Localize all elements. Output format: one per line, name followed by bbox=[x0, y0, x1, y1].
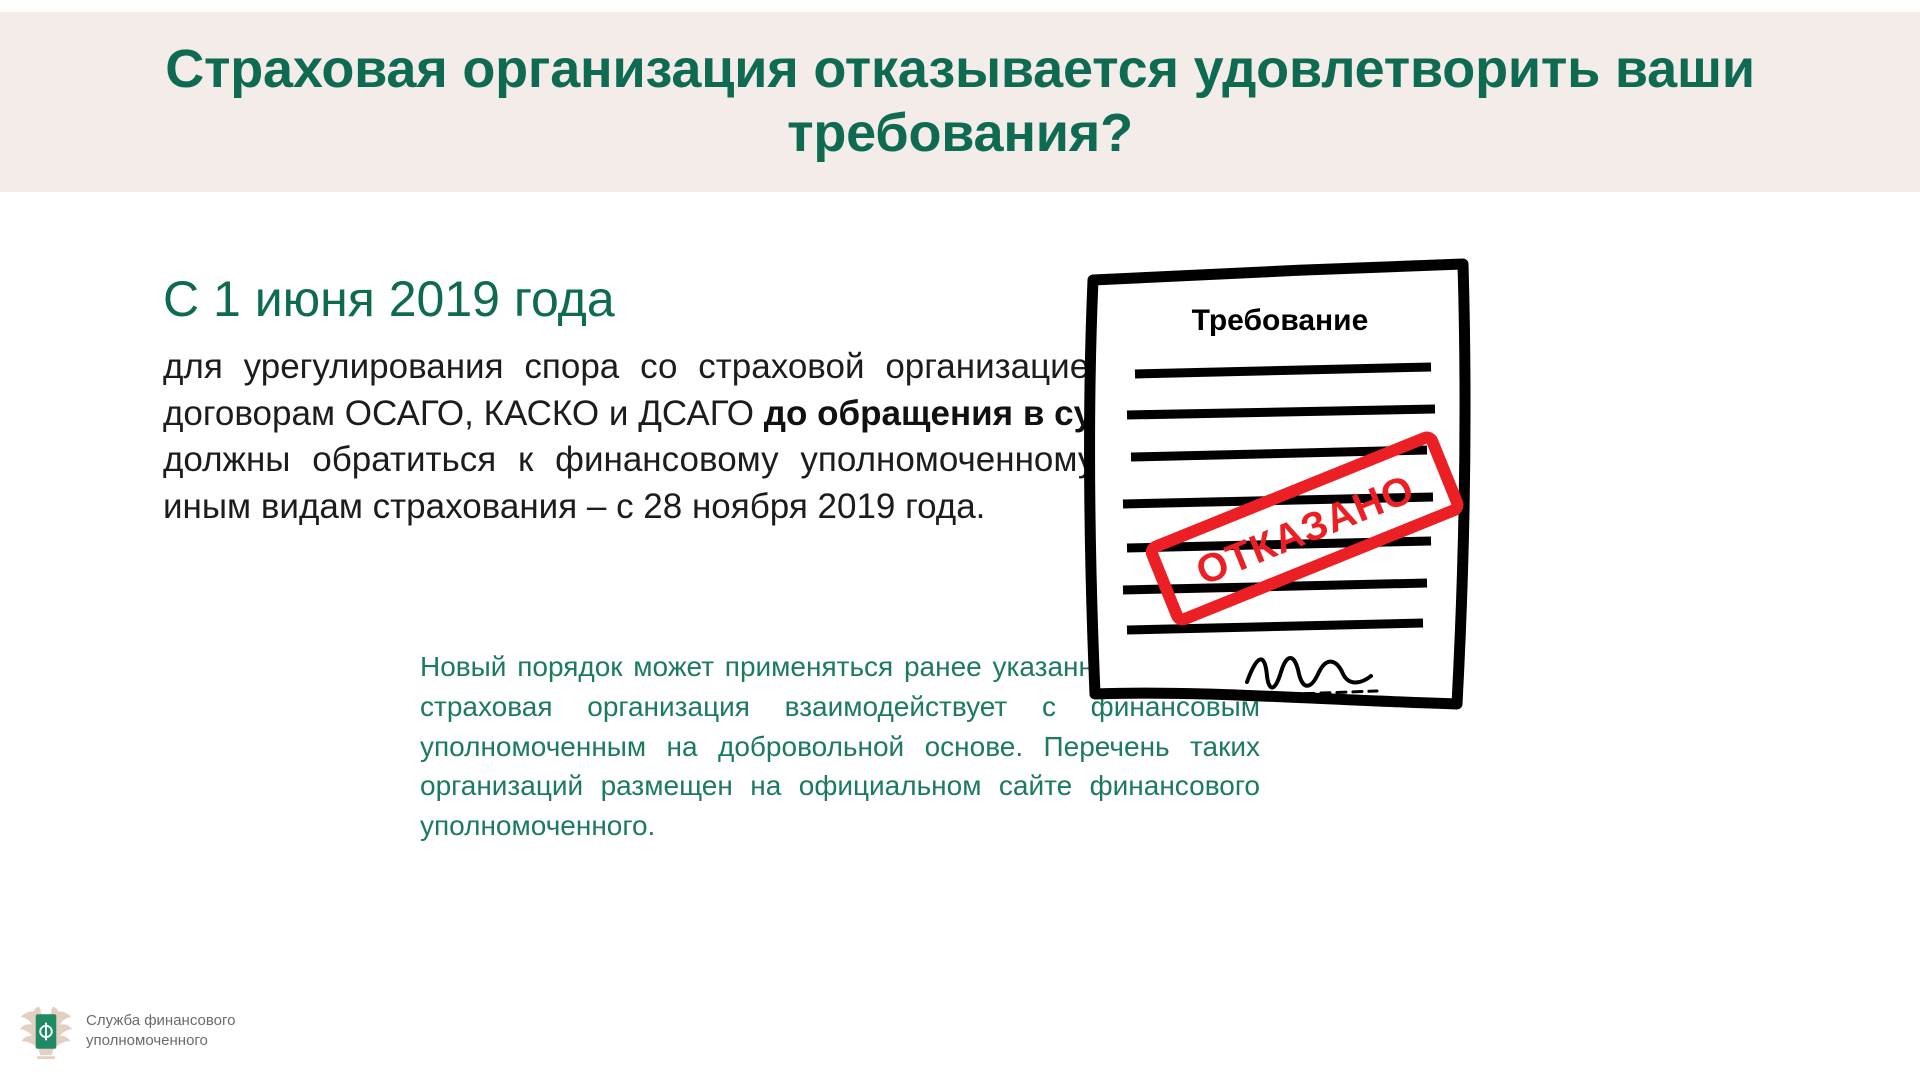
footer-logo-text: Служба финансового уполномоченного bbox=[86, 1012, 236, 1049]
paragraph-emphasis: до обращения в суд bbox=[763, 393, 1115, 433]
document-title: Требование bbox=[1192, 304, 1369, 337]
body-paragraph: для урегулирования спора со страховой ор… bbox=[163, 344, 1168, 530]
lead-heading: С 1 июня 2019 года bbox=[163, 271, 615, 327]
slide-content: С 1 июня 2019 года для урегулирования сп… bbox=[0, 192, 1920, 1080]
footer-logo: Служба финансового уполномоченного bbox=[18, 1002, 235, 1060]
document-illustration: Требование ОТКАЗАНО bbox=[1075, 252, 1495, 722]
page-title: Страховая организация отказывается удовл… bbox=[165, 39, 1755, 163]
header-band: Страховая организация отказывается удовл… bbox=[0, 12, 1920, 192]
double-headed-eagle-icon bbox=[19, 1006, 73, 1059]
